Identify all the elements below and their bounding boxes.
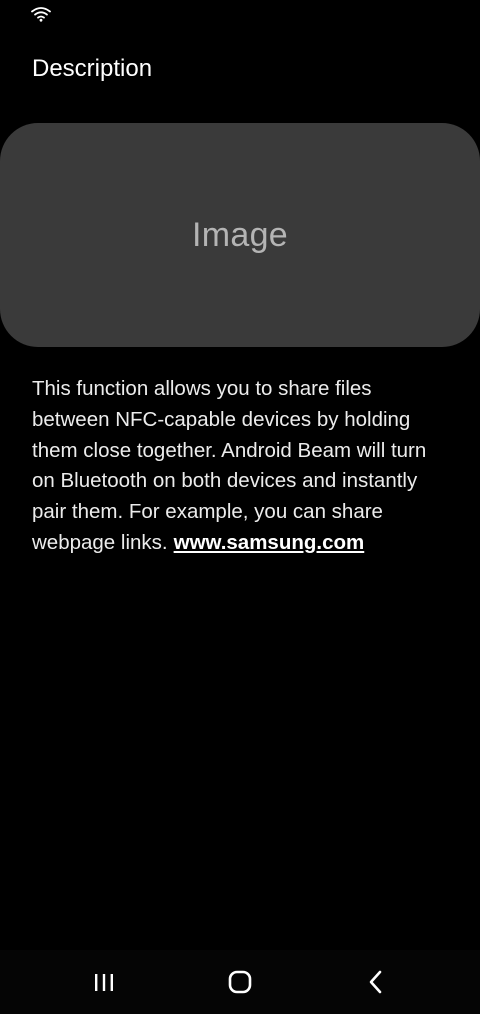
wifi-icon [31, 7, 51, 22]
navigation-bar [0, 950, 480, 1014]
status-bar [0, 0, 480, 28]
description-body: This function allows you to share files … [32, 377, 427, 554]
description-text: This function allows you to share files … [32, 374, 452, 559]
image-placeholder-label: Image [192, 215, 288, 254]
recents-icon [95, 974, 113, 991]
page-title: Description [32, 55, 153, 82]
home-icon [228, 970, 252, 994]
screen: Description Image This function allows y… [0, 0, 480, 1014]
back-button[interactable] [336, 950, 416, 1014]
recents-button[interactable] [64, 950, 144, 1014]
samsung-link[interactable]: www.samsung.com [174, 531, 365, 554]
home-button[interactable] [200, 950, 280, 1014]
back-icon [369, 970, 382, 994]
image-placeholder-card: Image [0, 123, 480, 347]
